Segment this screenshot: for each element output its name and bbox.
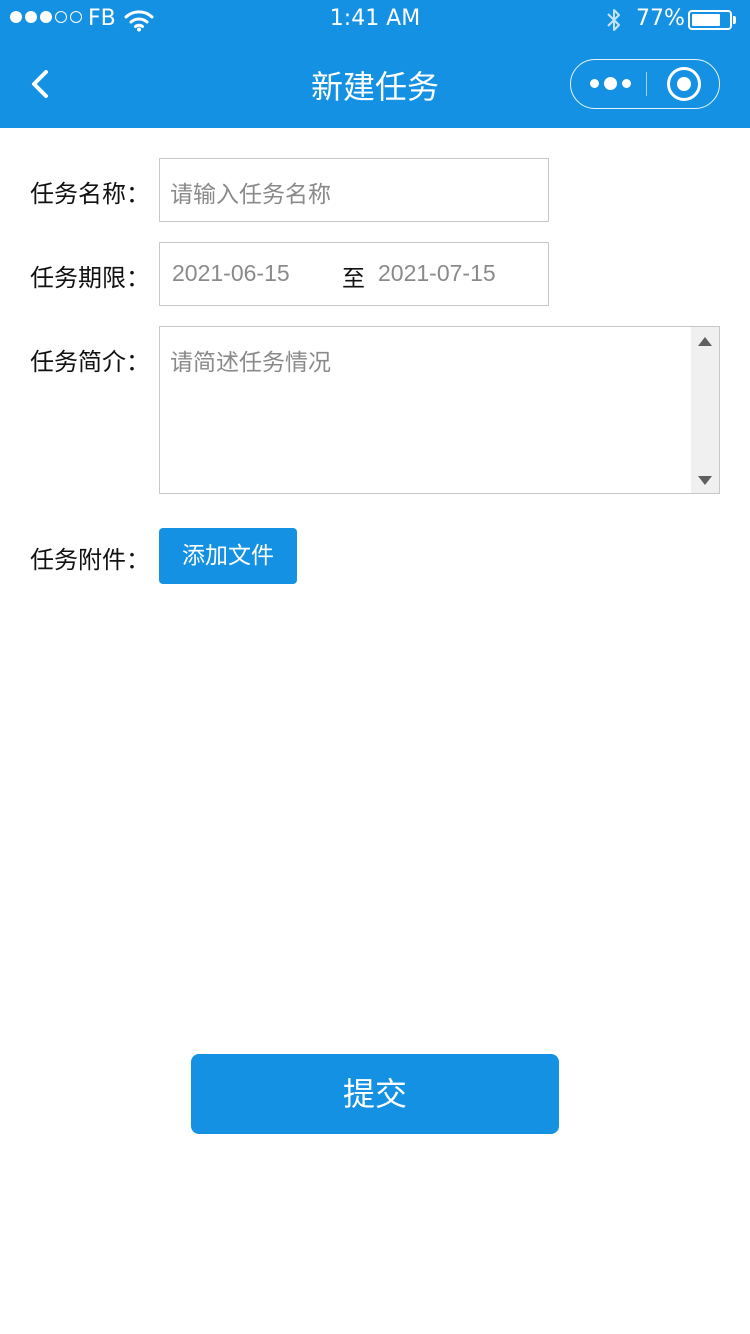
close-target-icon[interactable] xyxy=(657,60,713,107)
task-name-label: 任务名称： xyxy=(30,180,150,208)
mini-program-capsule xyxy=(570,59,720,109)
end-date-picker[interactable]: 2021-07-15 xyxy=(378,260,496,287)
task-intro-textarea[interactable]: 请简述任务情况 xyxy=(159,326,720,494)
capsule-divider xyxy=(646,72,647,96)
task-period-label: 任务期限： xyxy=(30,264,150,292)
more-dots-icon[interactable] xyxy=(577,60,643,107)
task-name-input[interactable]: 请输入任务名称 xyxy=(159,158,549,222)
start-date-picker[interactable]: 2021-06-15 xyxy=(172,260,290,287)
header: FB 1:41 AM 77% 新建任务 xyxy=(0,0,750,128)
textarea-scrollbar[interactable] xyxy=(691,327,719,493)
task-period-field: 2021-06-15 至 2021-07-15 xyxy=(159,242,549,306)
task-intro-label: 任务简介： xyxy=(30,348,150,376)
task-intro-placeholder: 请简述任务情况 xyxy=(170,350,331,376)
status-bar: FB 1:41 AM 77% xyxy=(0,0,750,40)
scroll-down-arrow-icon[interactable] xyxy=(698,476,712,485)
submit-button[interactable]: 提交 xyxy=(191,1054,559,1134)
date-range-separator: 至 xyxy=(342,266,365,292)
battery-percent: 77% xyxy=(636,6,685,31)
scroll-up-arrow-icon[interactable] xyxy=(698,337,712,346)
back-chevron-icon xyxy=(32,70,48,98)
back-button[interactable] xyxy=(26,64,58,104)
bluetooth-icon xyxy=(604,6,624,40)
task-attachment-label: 任务附件： xyxy=(30,546,150,574)
add-file-button[interactable]: 添加文件 xyxy=(159,528,297,584)
battery-icon xyxy=(688,10,732,30)
task-name-placeholder: 请输入任务名称 xyxy=(170,182,331,208)
